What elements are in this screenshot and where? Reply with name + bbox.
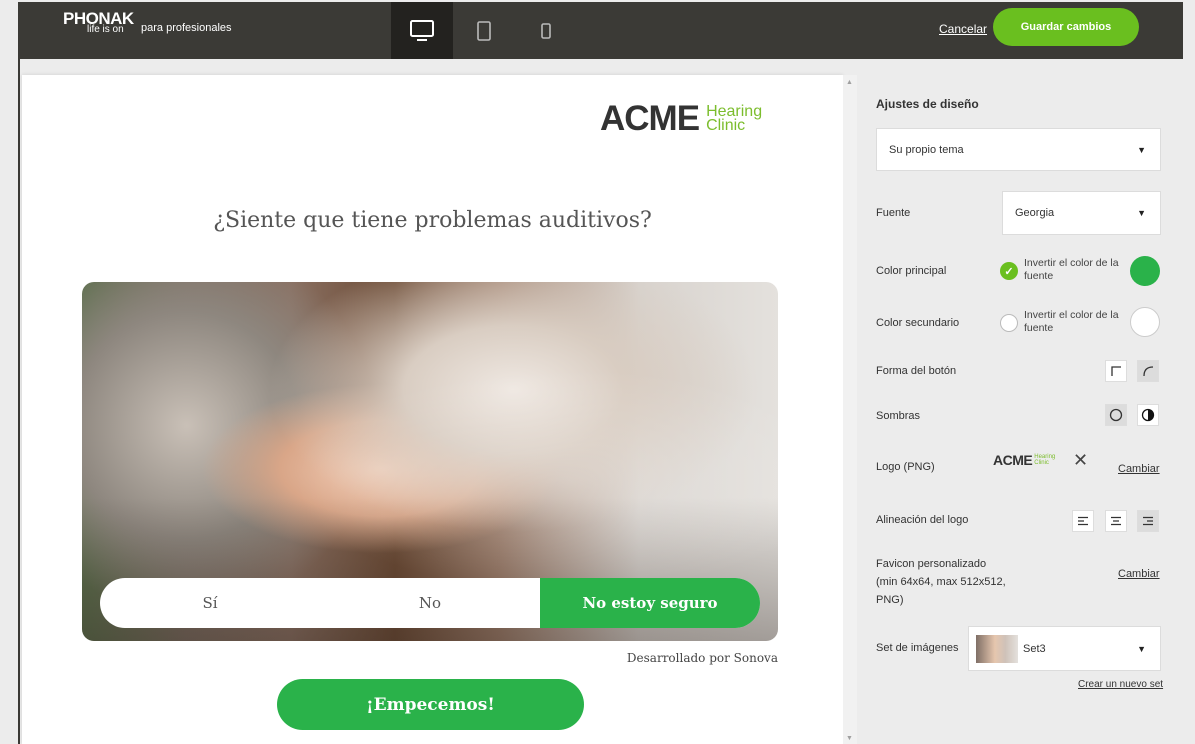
remove-logo-icon[interactable]: ✕ bbox=[1073, 450, 1088, 471]
rounded-corner-icon bbox=[1143, 366, 1154, 377]
scroll-up-arrow-icon[interactable]: ▲ bbox=[846, 79, 853, 86]
image-set-label: Set de imágenes bbox=[876, 642, 959, 654]
no-shadow-button[interactable] bbox=[1105, 404, 1127, 426]
half-circle-icon bbox=[1141, 408, 1155, 422]
answer-no-button[interactable]: No bbox=[320, 578, 540, 628]
answer-not-sure-button[interactable]: No estoy seguro bbox=[540, 578, 760, 628]
logo-preview-clinic: Clinic bbox=[1034, 460, 1049, 466]
font-select[interactable]: Georgia ▼ bbox=[1002, 191, 1161, 235]
answer-buttons: Sí No No estoy seguro bbox=[100, 578, 760, 628]
favicon-label: Favicon personalizado (min 64x64, max 51… bbox=[876, 558, 1006, 606]
logo-preview-subtitle: Hearing Clinic bbox=[1034, 454, 1055, 466]
preview-canvas: ACME Hearing Clinic ¿Siente que tiene pr… bbox=[22, 75, 843, 744]
align-center-button[interactable] bbox=[1105, 510, 1127, 532]
acme-logo-subtitle: Hearing Clinic bbox=[706, 104, 762, 134]
shadows-label: Sombras bbox=[876, 410, 921, 422]
brand-subtitle: para profesionales bbox=[141, 22, 232, 34]
change-logo-link[interactable]: Cambiar bbox=[1118, 463, 1160, 475]
primary-color-swatch[interactable] bbox=[1130, 256, 1160, 286]
align-center-icon bbox=[1111, 516, 1121, 526]
button-shape-label: Forma del botón bbox=[876, 365, 957, 377]
acme-logo: ACME Hearing Clinic bbox=[600, 101, 762, 137]
rounded-corner-button[interactable] bbox=[1137, 360, 1159, 382]
question-title: ¿Siente que tiene problemas auditivos? bbox=[213, 208, 652, 233]
chevron-down-icon: ▼ bbox=[1137, 208, 1146, 218]
cancel-link[interactable]: Cancelar bbox=[939, 22, 987, 36]
logo-preview: ACME Hearing Clinic bbox=[993, 452, 1055, 468]
primary-invert-label: Invertir el color de la fuente bbox=[1024, 257, 1119, 282]
phonak-logo: PHONAK life is on bbox=[63, 10, 134, 35]
align-left-button[interactable] bbox=[1072, 510, 1094, 532]
acme-logo-clinic: Clinic bbox=[706, 117, 746, 134]
image-set-value: Set3 bbox=[1023, 642, 1046, 655]
frame-border bbox=[18, 59, 20, 744]
align-right-button[interactable] bbox=[1137, 510, 1159, 532]
powered-by-text: Desarrollado por Sonova bbox=[626, 651, 778, 665]
primary-color-label: Color principal bbox=[876, 265, 947, 277]
square-corner-icon bbox=[1111, 366, 1121, 376]
logo-alignment-label: Alineación del logo bbox=[876, 514, 969, 526]
square-corner-button[interactable] bbox=[1105, 360, 1127, 382]
font-select-value: Georgia bbox=[1015, 207, 1055, 219]
font-label: Fuente bbox=[876, 207, 911, 219]
create-new-set-link[interactable]: Crear un nuevo set bbox=[1078, 679, 1163, 690]
phone-icon bbox=[541, 22, 551, 39]
answer-yes-button[interactable]: Sí bbox=[100, 578, 320, 628]
top-bar: PHONAK life is on para profesionales Can… bbox=[18, 2, 1183, 59]
secondary-color-swatch[interactable] bbox=[1130, 307, 1160, 337]
start-button[interactable]: ¡Empecemos! bbox=[277, 679, 584, 730]
check-icon: ✓ bbox=[1004, 265, 1014, 278]
theme-select-value: Su propio tema bbox=[889, 143, 964, 156]
panel-title: Ajustes de diseño bbox=[876, 97, 979, 111]
save-changes-button[interactable]: Guardar cambios bbox=[993, 8, 1139, 46]
secondary-color-label: Color secundario bbox=[876, 317, 960, 329]
change-favicon-link[interactable]: Cambiar bbox=[1118, 568, 1160, 580]
align-left-icon bbox=[1078, 516, 1088, 526]
desktop-view-button[interactable] bbox=[391, 2, 453, 59]
tablet-view-button[interactable] bbox=[468, 2, 500, 59]
chevron-down-icon: ▼ bbox=[1137, 144, 1146, 155]
shadow-button[interactable] bbox=[1137, 404, 1159, 426]
scroll-down-arrow-icon[interactable]: ▼ bbox=[846, 735, 853, 742]
acme-logo-word: ACME bbox=[600, 99, 700, 138]
logo-preview-word: ACME bbox=[993, 452, 1033, 468]
primary-invert-checkbox[interactable]: ✓ bbox=[1000, 262, 1018, 280]
design-settings-panel: Ajustes de diseño Su propio tema ▼ Fuent… bbox=[857, 59, 1183, 744]
phone-view-button[interactable] bbox=[532, 2, 560, 59]
theme-select[interactable]: Su propio tema ▼ bbox=[876, 128, 1161, 171]
image-set-thumbnail bbox=[976, 635, 1018, 663]
preview-scrollbar[interactable]: ▲ ▼ bbox=[843, 75, 857, 744]
align-right-icon bbox=[1143, 516, 1153, 526]
secondary-invert-checkbox[interactable] bbox=[1000, 314, 1018, 332]
desktop-icon bbox=[410, 19, 434, 41]
logo-label: Logo (PNG) bbox=[876, 461, 935, 473]
circle-outline-icon bbox=[1109, 408, 1123, 422]
tablet-icon bbox=[477, 20, 491, 41]
chevron-down-icon: ▼ bbox=[1137, 643, 1146, 654]
secondary-invert-label: Invertir el color de la fuente bbox=[1024, 309, 1119, 334]
